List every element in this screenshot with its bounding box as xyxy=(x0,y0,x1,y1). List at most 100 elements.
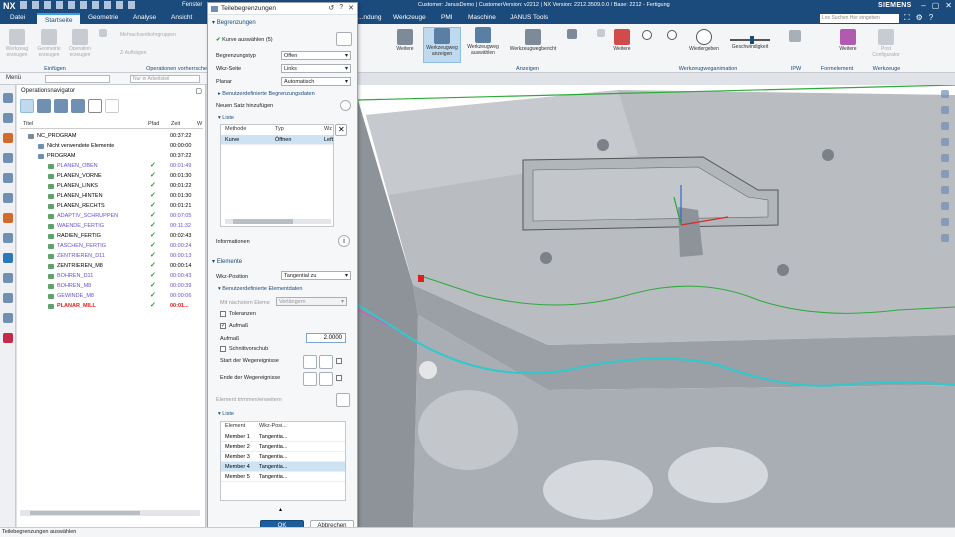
generate-icon[interactable] xyxy=(88,99,102,113)
orient-icon[interactable] xyxy=(941,186,949,194)
navigator-row[interactable]: PROGRAM 00:37:22 xyxy=(20,151,203,161)
subsection-liste-1[interactable]: ▾ Liste xyxy=(218,115,234,121)
navigator-row[interactable]: BOHREN_D11 ✓ 00:00:43 xyxy=(20,271,203,281)
subsection-element-data[interactable]: ▾ Benutzerdefinierte Elementdaten xyxy=(218,286,302,292)
section-begrenzungen[interactable]: ▾ Begrenzungen xyxy=(212,19,256,26)
info-icon[interactable]: i xyxy=(338,235,350,247)
column-pfad[interactable]: Pfad xyxy=(148,121,159,127)
column-zeit[interactable]: Zeit xyxy=(171,121,180,127)
next-element-dropdown[interactable]: Verlängern xyxy=(276,297,347,306)
save-icon[interactable] xyxy=(20,1,27,9)
move-icon[interactable] xyxy=(941,154,949,162)
graphics-window[interactable] xyxy=(358,85,955,527)
tab-ansicht[interactable]: Ansicht xyxy=(171,14,192,21)
navigator-row[interactable]: WAENDE_FERTIG ✓ 00:11:32 xyxy=(20,221,203,231)
redo-icon[interactable] xyxy=(44,1,51,9)
paste-icon[interactable] xyxy=(80,1,87,9)
navigator-row[interactable]: PLANEN_LINKS ✓ 00:01:22 xyxy=(20,181,203,191)
navigator-row[interactable]: TASCHEN_FERTIG ✓ 00:00:24 xyxy=(20,241,203,251)
roles-icon[interactable] xyxy=(3,293,13,303)
operation-navigator-icon[interactable] xyxy=(3,173,13,183)
add-set-icon[interactable] xyxy=(340,100,351,111)
aufmass-input[interactable]: 2.0000 xyxy=(306,333,346,343)
wkz-position-dropdown[interactable]: Tangential zu xyxy=(281,271,351,280)
curve-icon[interactable] xyxy=(941,234,949,242)
navigator-row[interactable]: ZENTRIEREN_M8 ✓ 00:00:14 xyxy=(20,261,203,271)
web-browser-icon[interactable] xyxy=(3,253,13,263)
close-icon[interactable]: ✕ xyxy=(945,1,952,10)
toolpath-color-icon[interactable] xyxy=(565,29,579,40)
palette-icon[interactable] xyxy=(3,333,13,343)
start-events-tool-icon[interactable] xyxy=(319,355,333,369)
end-events-tool-icon[interactable] xyxy=(319,372,333,386)
part-navigator-icon[interactable] xyxy=(3,113,13,123)
element-list-row[interactable]: Member 2 Tangentia... xyxy=(221,442,345,452)
list1-row[interactable]: Kurve Öffnen Left xyxy=(221,135,333,145)
tab-analyse[interactable]: Analyse xyxy=(133,14,156,21)
person-icon[interactable] xyxy=(941,106,949,114)
tab-datei[interactable]: Datei xyxy=(10,14,25,21)
weitere-button-2[interactable]: Weitere xyxy=(610,29,634,52)
cut-icon[interactable] xyxy=(56,1,63,9)
tab-startseite[interactable]: Startseite xyxy=(37,13,81,24)
navigator-row[interactable]: GEWINDE_M8 ✓ 00:00:06 xyxy=(20,291,203,301)
program-order-view-icon[interactable] xyxy=(20,99,34,113)
z-level-button[interactable]: Z-Aufträgen xyxy=(120,50,146,56)
create-operation-button[interactable]: Operation erzeugen xyxy=(66,29,94,58)
navigator-scrollbar[interactable] xyxy=(20,510,200,516)
select-toolpath-button[interactable]: Werkzeugweg auswählen xyxy=(464,27,502,56)
collapse-icon[interactable]: ▴ xyxy=(279,506,282,513)
navigator-row[interactable]: PLANAR_MILL ✓ 00:01... xyxy=(20,301,203,311)
constraint-navigator-icon[interactable] xyxy=(3,153,13,163)
machine-tool-navigator-icon[interactable] xyxy=(3,193,13,203)
navigator-row[interactable]: PLANEN_HINTEN ✓ 00:01:30 xyxy=(20,191,203,201)
navigator-row[interactable]: Nicht verwendete Elemente 00:00:00 xyxy=(20,141,203,151)
expand-icon[interactable]: ⛶ xyxy=(904,13,910,23)
command-search-input[interactable]: Los Suchen Her eingeben xyxy=(820,14,899,23)
aufmass-checkbox[interactable]: ✓ xyxy=(220,323,226,329)
help-icon[interactable] xyxy=(941,170,949,178)
navigator-row[interactable]: PLANEN_OBEN ✓ 00:01:49 xyxy=(20,161,203,171)
reset-icon[interactable]: ↺ xyxy=(328,4,334,12)
navigator-row[interactable]: RADIEN_FERTIG ✓ 00:02:43 xyxy=(20,231,203,241)
ipw-icon[interactable] xyxy=(787,30,803,43)
schnittvorschub-checkbox[interactable] xyxy=(220,346,226,352)
element-list-row[interactable]: Member 1 Tangentia... xyxy=(221,432,345,442)
delete-icon[interactable]: ✕ xyxy=(335,124,347,136)
begrenzungstyp-dropdown[interactable]: Offen xyxy=(281,51,351,60)
menu-button[interactable]: Menü xyxy=(6,75,21,81)
column-titel[interactable]: Titel xyxy=(23,121,33,127)
wkz-seite-dropdown[interactable]: Links xyxy=(281,64,351,73)
history-icon[interactable] xyxy=(3,273,13,283)
create-geometry-button[interactable]: Geometrie erzeugen xyxy=(35,29,63,58)
step-forward-icon[interactable] xyxy=(666,30,678,41)
scope-filter-dropdown[interactable]: Nur in Arbeitsteil xyxy=(130,75,200,83)
element-list-row[interactable]: Member 4 Tangentia... xyxy=(221,462,345,472)
tool-icon[interactable] xyxy=(941,122,949,130)
weitere-button-1[interactable]: Weitere xyxy=(394,29,416,52)
toleranzen-checkbox[interactable] xyxy=(220,311,226,317)
section-elemente[interactable]: ▾ Elemente xyxy=(212,258,242,265)
help-icon[interactable]: ? xyxy=(339,4,343,12)
window-icon[interactable] xyxy=(128,1,135,9)
planar-dropdown[interactable]: Automatisch xyxy=(281,77,351,86)
end-events-edit-icon[interactable] xyxy=(303,372,317,386)
system-materials-icon[interactable] xyxy=(3,313,13,323)
post-configurator-button[interactable]: Post Configurator xyxy=(868,29,904,58)
assembly-navigator-icon[interactable] xyxy=(3,133,13,143)
tab-anwendung[interactable]: ...ndung xyxy=(358,14,382,21)
navigator-row[interactable]: BOHREN_M8 ✓ 00:00:39 xyxy=(20,281,203,291)
tab-janus-tools[interactable]: JANUS Tools xyxy=(510,14,548,21)
create-method-button[interactable] xyxy=(97,29,109,38)
weitere-button-3[interactable]: Weitere xyxy=(836,29,860,52)
machining-method-view-icon[interactable] xyxy=(71,99,85,113)
select-curve-row[interactable]: ✔ Kurve auswählen (5) xyxy=(216,37,273,43)
arrow-up-icon[interactable] xyxy=(595,29,607,38)
window-menu[interactable]: Fenster xyxy=(182,2,202,8)
curve-selection-icon[interactable] xyxy=(336,32,352,46)
geometry-view-icon[interactable] xyxy=(54,99,68,113)
verify-icon[interactable] xyxy=(105,99,119,113)
play-button[interactable]: Wiedergeben xyxy=(686,29,722,52)
navigator-row[interactable]: PLANEN_RECHTS ✓ 00:01:21 xyxy=(20,201,203,211)
maximize-panel-icon[interactable]: ▢ xyxy=(195,87,202,95)
